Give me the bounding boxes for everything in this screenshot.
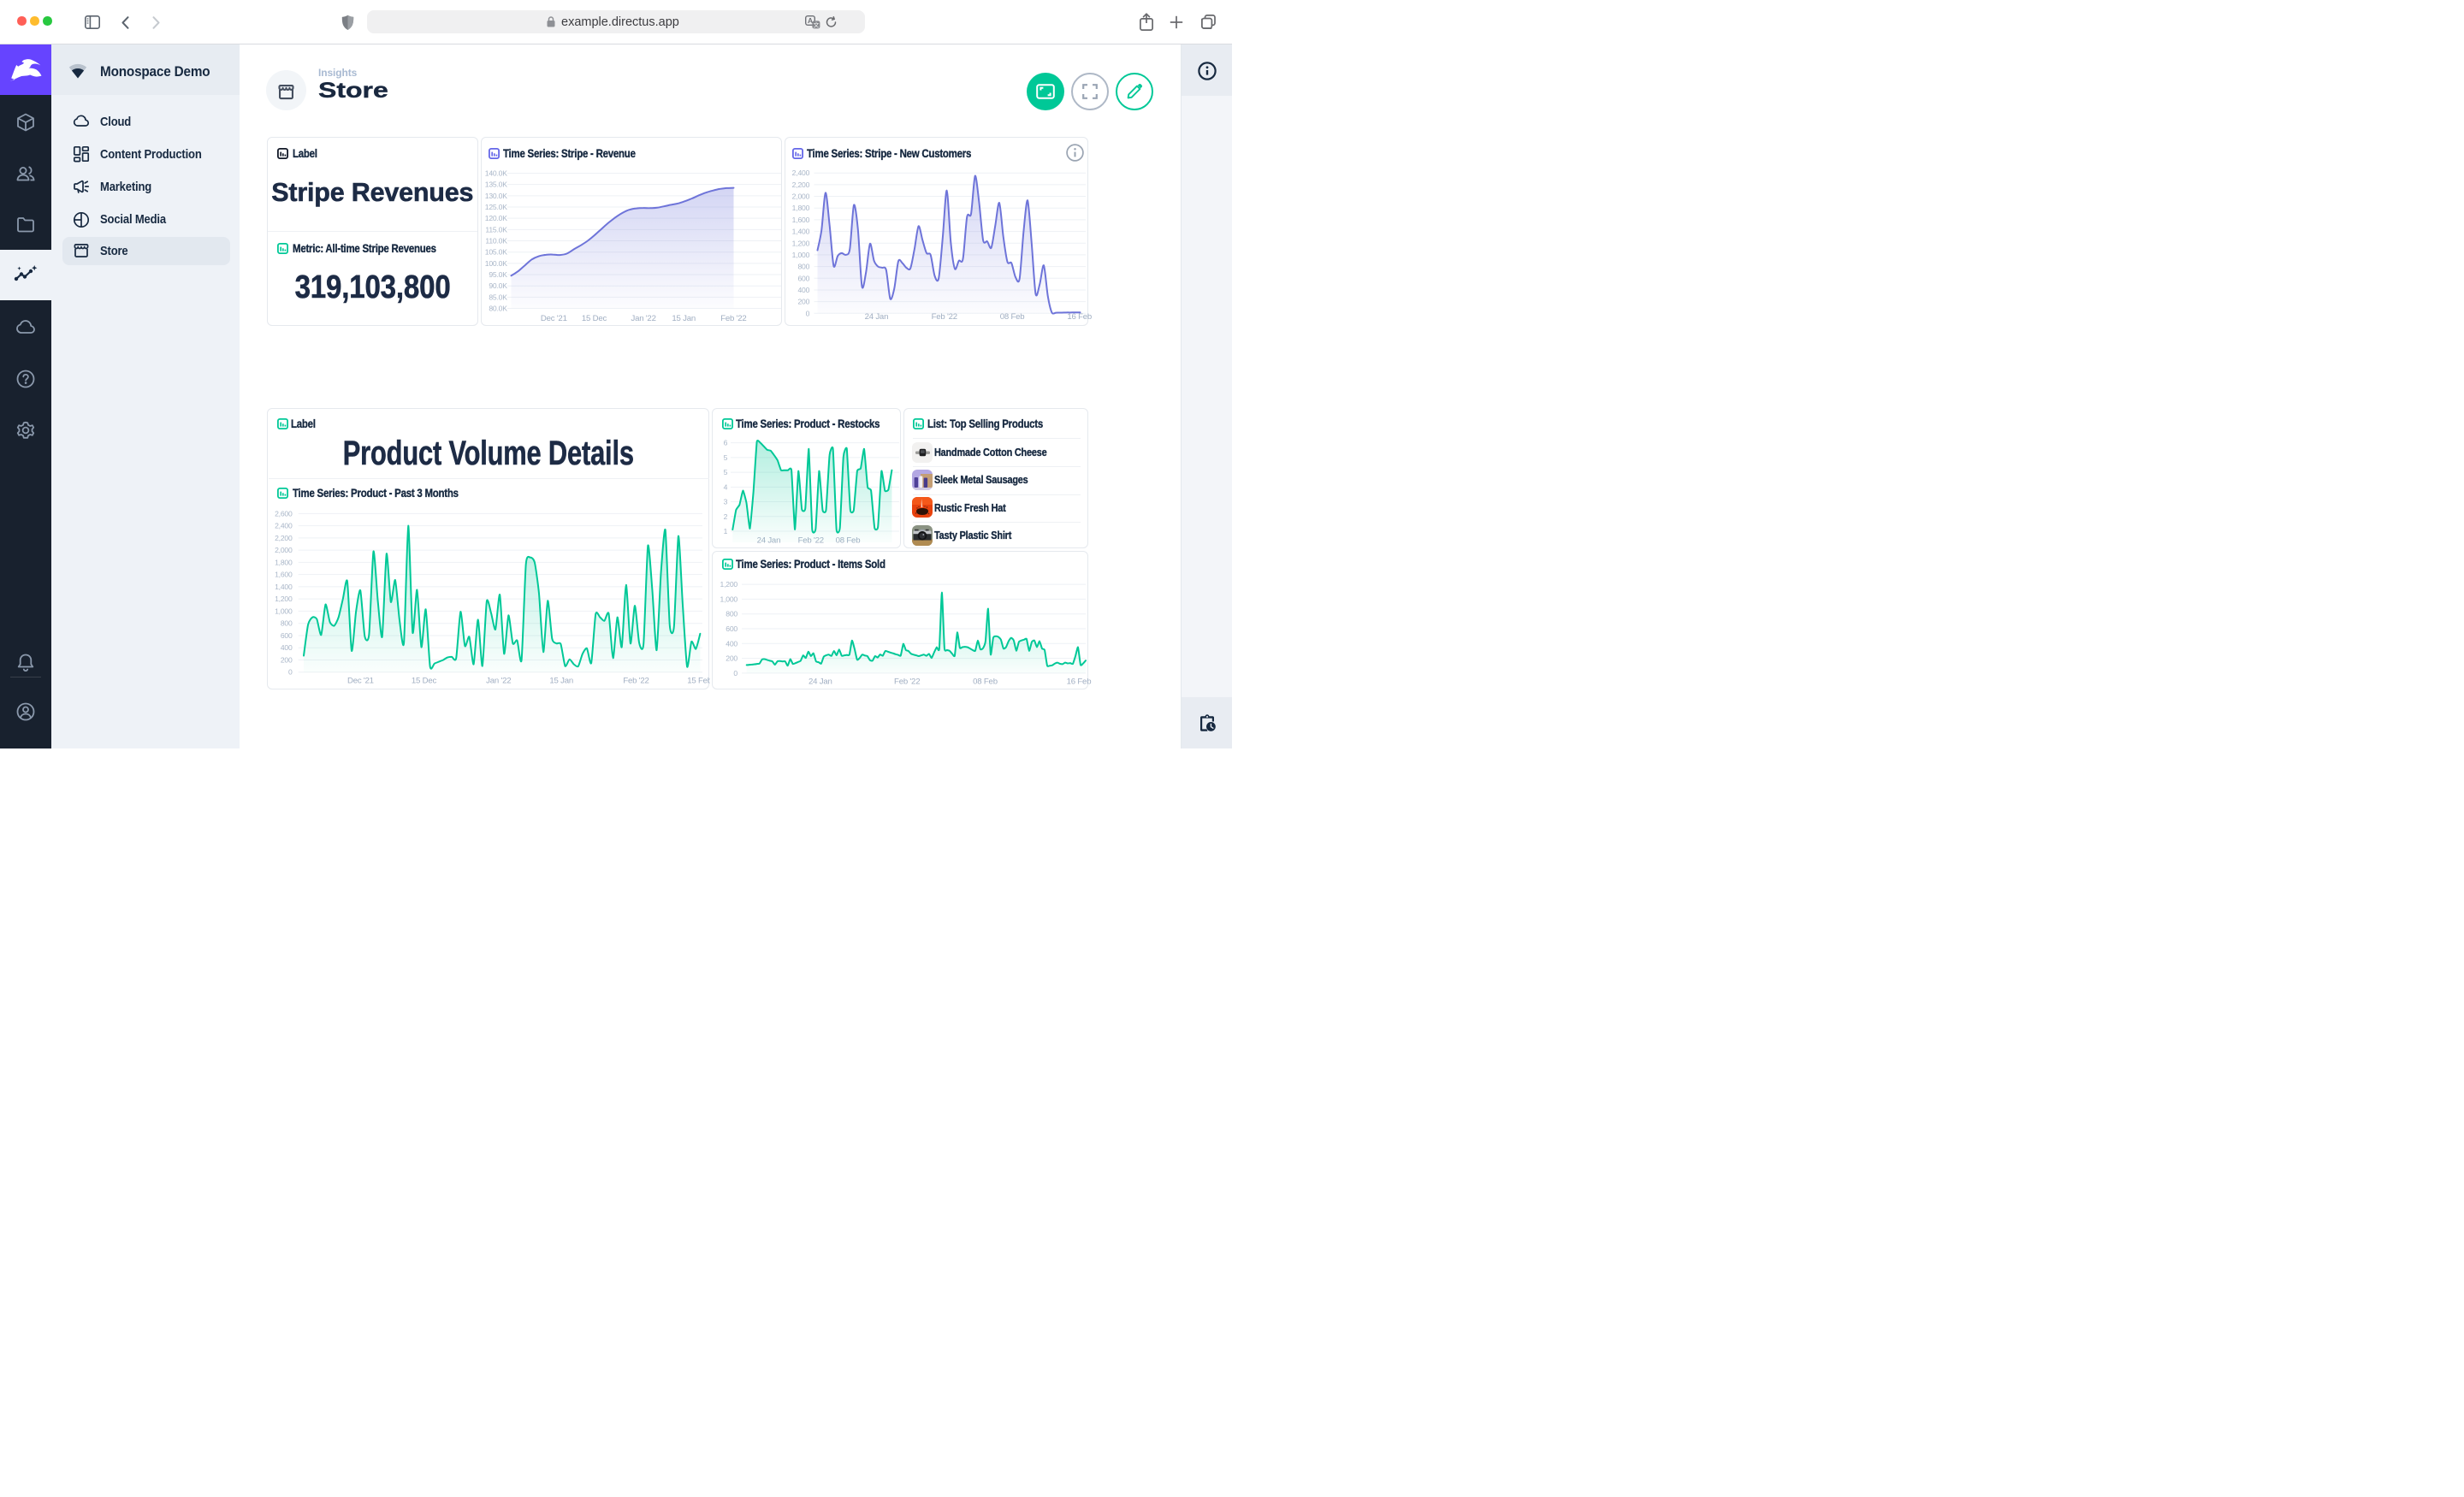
svg-text:Dec '21: Dec '21 — [540, 314, 566, 323]
svg-text:Feb '22: Feb '22 — [720, 314, 746, 323]
svg-text:1,400: 1,400 — [275, 583, 293, 591]
svg-text:125.0K: 125.0K — [484, 203, 507, 211]
svg-text:2,600: 2,600 — [275, 509, 293, 518]
svg-text:95.0K: 95.0K — [489, 270, 507, 279]
svg-text:6: 6 — [724, 439, 728, 447]
svg-text:15 Jan: 15 Jan — [549, 677, 573, 686]
svg-text:90.0K: 90.0K — [489, 281, 507, 290]
svg-text:4: 4 — [724, 482, 728, 491]
svg-text:15 Dec: 15 Dec — [412, 677, 437, 686]
svg-text:5: 5 — [724, 453, 728, 462]
svg-text:140.0K: 140.0K — [484, 169, 507, 178]
svg-text:1,200: 1,200 — [791, 239, 809, 247]
svg-text:2,400: 2,400 — [791, 169, 809, 177]
svg-text:1,200: 1,200 — [720, 580, 737, 589]
svg-text:A: A — [808, 16, 813, 25]
svg-text:0: 0 — [733, 668, 737, 677]
svg-text:08 Feb: 08 Feb — [973, 677, 998, 686]
svg-text:文: 文 — [813, 21, 819, 28]
svg-text:0: 0 — [805, 309, 809, 317]
svg-text:600: 600 — [726, 624, 737, 633]
svg-text:08 Feb: 08 Feb — [999, 312, 1024, 322]
svg-text:600: 600 — [797, 274, 809, 282]
svg-text:15 Jan: 15 Jan — [672, 314, 696, 323]
svg-text:800: 800 — [281, 619, 293, 628]
svg-text:100.0K: 100.0K — [484, 259, 507, 268]
svg-text:15 Feb: 15 Feb — [687, 677, 710, 686]
svg-text:85.0K: 85.0K — [489, 293, 507, 301]
svg-text:0: 0 — [288, 668, 293, 677]
svg-text:400: 400 — [797, 286, 809, 294]
svg-text:1,400: 1,400 — [791, 228, 809, 236]
svg-text:2,200: 2,200 — [791, 180, 809, 189]
svg-text:Feb '22: Feb '22 — [931, 312, 957, 322]
svg-text:400: 400 — [726, 639, 737, 648]
svg-text:600: 600 — [281, 631, 293, 640]
svg-text:800: 800 — [726, 609, 737, 618]
svg-text:800: 800 — [797, 263, 809, 271]
svg-text:120.0K: 120.0K — [484, 214, 507, 222]
svg-text:200: 200 — [281, 656, 293, 665]
svg-text:16 Feb: 16 Feb — [1067, 677, 1092, 686]
svg-text:1,600: 1,600 — [275, 571, 293, 579]
svg-text:Feb '22: Feb '22 — [623, 677, 649, 686]
svg-text:2,000: 2,000 — [791, 192, 809, 201]
svg-text:16 Feb: 16 Feb — [1067, 312, 1092, 322]
svg-text:80.0K: 80.0K — [489, 305, 507, 313]
svg-text:Jan '22: Jan '22 — [631, 314, 655, 323]
svg-text:135.0K: 135.0K — [484, 180, 507, 189]
svg-text:200: 200 — [726, 654, 737, 662]
svg-text:1,000: 1,000 — [791, 251, 809, 259]
svg-text:Jan '22: Jan '22 — [486, 677, 511, 686]
svg-text:5: 5 — [724, 468, 728, 476]
svg-text:1,800: 1,800 — [791, 204, 809, 212]
svg-text:1,600: 1,600 — [791, 216, 809, 224]
svg-text:2,000: 2,000 — [275, 546, 293, 554]
svg-text:400: 400 — [281, 643, 293, 652]
svg-text:2,400: 2,400 — [275, 522, 293, 530]
svg-text:Feb '22: Feb '22 — [894, 677, 920, 686]
svg-text:2,200: 2,200 — [275, 534, 293, 542]
svg-text:105.0K: 105.0K — [484, 248, 507, 257]
svg-text:1,800: 1,800 — [275, 558, 293, 566]
svg-text:1: 1 — [724, 527, 728, 535]
svg-text:130.0K: 130.0K — [484, 192, 507, 200]
svg-text:200: 200 — [797, 298, 809, 306]
svg-text:24 Jan: 24 Jan — [808, 677, 832, 686]
svg-text:3: 3 — [724, 498, 728, 506]
svg-text:24 Jan: 24 Jan — [864, 312, 888, 322]
svg-text:1,000: 1,000 — [275, 606, 293, 615]
svg-text:2: 2 — [724, 512, 728, 521]
svg-text:1,000: 1,000 — [720, 595, 737, 603]
svg-text:1,200: 1,200 — [275, 595, 293, 603]
svg-text:15 Dec: 15 Dec — [581, 314, 607, 323]
svg-text:115.0K: 115.0K — [485, 225, 507, 234]
svg-text:110.0K: 110.0K — [485, 237, 507, 246]
svg-text:Dec '21: Dec '21 — [347, 677, 374, 686]
